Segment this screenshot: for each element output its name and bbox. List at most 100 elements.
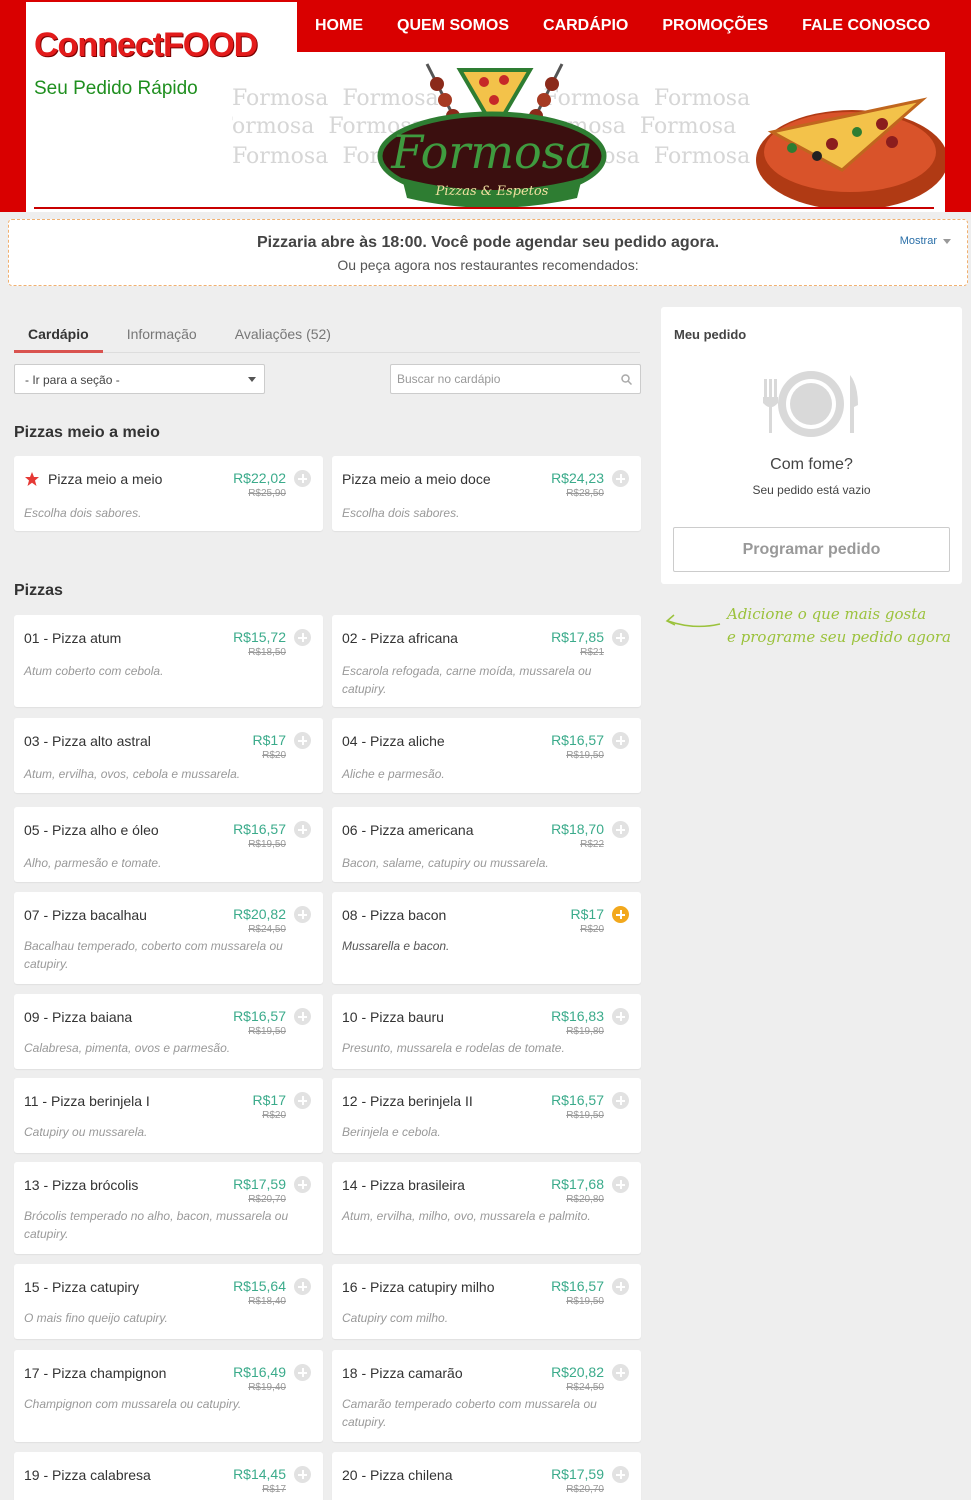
- add-item-button[interactable]: [612, 1466, 629, 1483]
- menu-item-card[interactable]: Pizza meio a meio doce R$24,23 R$28,50 E…: [332, 456, 641, 531]
- menu-tabs: Cardápio Informação Avaliações (52): [14, 318, 640, 353]
- category-title-half: Pizzas meio a meio: [14, 424, 160, 441]
- add-item-button[interactable]: [294, 1176, 311, 1193]
- item-old-price: R$24,50: [248, 924, 286, 935]
- menu-item-card[interactable]: 10 - Pizza bauru R$16,83 R$19,80 Presunt…: [332, 994, 641, 1069]
- add-item-button[interactable]: [612, 1364, 629, 1381]
- menu-item-card[interactable]: 14 - Pizza brasileira R$17,68 R$20,80 At…: [332, 1162, 641, 1254]
- menu-item-card[interactable]: 08 - Pizza bacon R$17 R$20 Mussarella e …: [332, 892, 641, 984]
- add-item-button[interactable]: [294, 470, 311, 487]
- add-item-button[interactable]: [612, 732, 629, 749]
- order-title: Meu pedido: [674, 327, 747, 342]
- item-old-price: R$21: [580, 647, 604, 658]
- add-item-button[interactable]: [294, 1278, 311, 1295]
- menu-item-card[interactable]: 15 - Pizza catupiry R$15,64 R$18,40 O ma…: [14, 1264, 323, 1339]
- item-old-price: R$20,70: [566, 1484, 604, 1495]
- item-name: 17 - Pizza champignon: [24, 1365, 167, 1381]
- tab-informacao[interactable]: Informação: [113, 318, 211, 353]
- item-price: R$16,57: [551, 1278, 604, 1294]
- menu-item-card[interactable]: 20 - Pizza chilena R$17,59 R$20,70: [332, 1452, 641, 1500]
- add-item-button[interactable]: [612, 629, 629, 646]
- item-name: 02 - Pizza africana: [342, 630, 458, 646]
- menu-item-card[interactable]: 19 - Pizza calabresa R$14,45 R$17: [14, 1452, 323, 1500]
- nav-promocoes[interactable]: PROMOÇÕES: [662, 17, 768, 35]
- item-old-price: R$19,50: [248, 839, 286, 850]
- schedule-order-button[interactable]: Programar pedido: [673, 527, 950, 572]
- item-name: 10 - Pizza bauru: [342, 1009, 444, 1025]
- nav-fale-conosco[interactable]: FALE CONOSCO: [802, 17, 930, 35]
- item-price: R$17: [252, 1092, 286, 1108]
- add-item-button[interactable]: [294, 821, 311, 838]
- formosa-logo-art: Formosa Pizzas & Espetos: [377, 63, 945, 208]
- star-icon: [25, 472, 39, 486]
- show-restaurants-toggle[interactable]: Mostrar: [900, 235, 951, 247]
- menu-item-card[interactable]: 03 - Pizza alto astral R$17 R$20 Atum, e…: [14, 718, 323, 793]
- add-item-button[interactable]: [612, 1278, 629, 1295]
- item-old-price: R$28,50: [566, 488, 604, 499]
- menu-item-card[interactable]: 04 - Pizza aliche R$16,57 R$19,50 Aliche…: [332, 718, 641, 793]
- search-input[interactable]: [391, 365, 601, 393]
- menu-item-card[interactable]: 01 - Pizza atum R$15,72 R$18,50 Atum cob…: [14, 615, 323, 707]
- menu-item-card[interactable]: 17 - Pizza champignon R$16,49 R$19,40 Ch…: [14, 1350, 323, 1442]
- item-price: R$22,02: [233, 470, 286, 486]
- add-item-button[interactable]: [612, 906, 629, 923]
- add-item-button[interactable]: [294, 629, 311, 646]
- toggle-label: Mostrar: [899, 235, 937, 247]
- item-name: 13 - Pizza brócolis: [24, 1177, 139, 1193]
- order-empty-text: Seu pedido está vazio: [752, 483, 871, 497]
- item-name: 03 - Pizza alto astral: [24, 733, 151, 749]
- add-item-button[interactable]: [294, 1364, 311, 1381]
- menu-item-card[interactable]: 16 - Pizza catupiry milho R$16,57 R$19,5…: [332, 1264, 641, 1339]
- search-icon[interactable]: [621, 374, 632, 385]
- item-old-price: R$19,50: [566, 1296, 604, 1307]
- menu-item-card[interactable]: Pizza meio a meio R$22,02 R$25,90 Escolh…: [14, 456, 323, 531]
- item-description: Brócolis temperado no alho, bacon, mussa…: [24, 1209, 289, 1241]
- add-item-button[interactable]: [612, 470, 629, 487]
- item-old-price: R$19,50: [566, 750, 604, 761]
- nav-home[interactable]: HOME: [315, 17, 363, 35]
- item-description: Bacalhau temperado, coberto com mussarel…: [24, 939, 283, 971]
- plate-cutlery-icon: [763, 371, 858, 437]
- add-item-button[interactable]: [294, 1466, 311, 1483]
- hint-line-1: Adicione o que mais gosta: [727, 605, 927, 623]
- item-name: Pizza meio a meio doce: [342, 471, 491, 487]
- add-item-button[interactable]: [294, 1008, 311, 1025]
- tab-avaliacoes[interactable]: Avaliações (52): [221, 318, 345, 353]
- brand-logo[interactable]: ConnectFOOD: [34, 26, 258, 65]
- section-jump-select[interactable]: - Ir para a seção -: [14, 364, 265, 394]
- item-description: Camarão temperado coberto com mussarela …: [342, 1397, 597, 1429]
- menu-item-card[interactable]: 05 - Pizza alho e óleo R$16,57 R$19,50 A…: [14, 807, 323, 882]
- menu-item-card[interactable]: 06 - Pizza americana R$18,70 R$22 Bacon,…: [332, 807, 641, 882]
- item-name: 01 - Pizza atum: [24, 630, 122, 646]
- item-description: Escarola refogada, carne moída, mussarel…: [342, 664, 592, 696]
- add-item-button[interactable]: [294, 1092, 311, 1109]
- add-item-button[interactable]: [612, 1176, 629, 1193]
- add-item-button[interactable]: [294, 906, 311, 923]
- item-price: R$17,59: [551, 1466, 604, 1482]
- menu-item-card[interactable]: 11 - Pizza berinjela I R$17 R$20 Catupir…: [14, 1078, 323, 1153]
- nav-quem-somos[interactable]: QUEM SOMOS: [397, 17, 509, 35]
- item-name: 18 - Pizza camarão: [342, 1365, 463, 1381]
- restaurant-banner: Formosa Formosa Formosa Formosa Formosa …: [232, 52, 945, 208]
- item-name: 04 - Pizza aliche: [342, 733, 445, 749]
- menu-item-card[interactable]: 02 - Pizza africana R$17,85 R$21 Escarol…: [332, 615, 641, 707]
- menu-item-card[interactable]: 13 - Pizza brócolis R$17,59 R$20,70 Bróc…: [14, 1162, 323, 1254]
- add-item-button[interactable]: [612, 1092, 629, 1109]
- order-hungry-text: Com fome?: [770, 456, 853, 473]
- item-old-price: R$20: [262, 750, 286, 761]
- item-description: Catupiry com milho.: [342, 1311, 449, 1325]
- item-old-price: R$19,50: [566, 1110, 604, 1121]
- menu-item-card[interactable]: 07 - Pizza bacalhau R$20,82 R$24,50 Baca…: [14, 892, 323, 984]
- add-item-button[interactable]: [612, 1008, 629, 1025]
- menu-item-card[interactable]: 09 - Pizza baiana R$16,57 R$19,50 Calabr…: [14, 994, 323, 1069]
- item-price: R$17,59: [233, 1176, 286, 1192]
- item-price: R$17,85: [551, 629, 604, 645]
- menu-item-card[interactable]: 18 - Pizza camarão R$20,82 R$24,50 Camar…: [332, 1350, 641, 1442]
- item-old-price: R$20,70: [248, 1194, 286, 1205]
- add-item-button[interactable]: [294, 732, 311, 749]
- order-panel: Meu pedido Com fome? Seu pedido está vaz…: [661, 307, 962, 584]
- tab-cardapio[interactable]: Cardápio: [14, 318, 103, 353]
- nav-cardapio[interactable]: CARDÁPIO: [543, 17, 628, 35]
- menu-item-card[interactable]: 12 - Pizza berinjela II R$16,57 R$19,50 …: [332, 1078, 641, 1153]
- add-item-button[interactable]: [612, 821, 629, 838]
